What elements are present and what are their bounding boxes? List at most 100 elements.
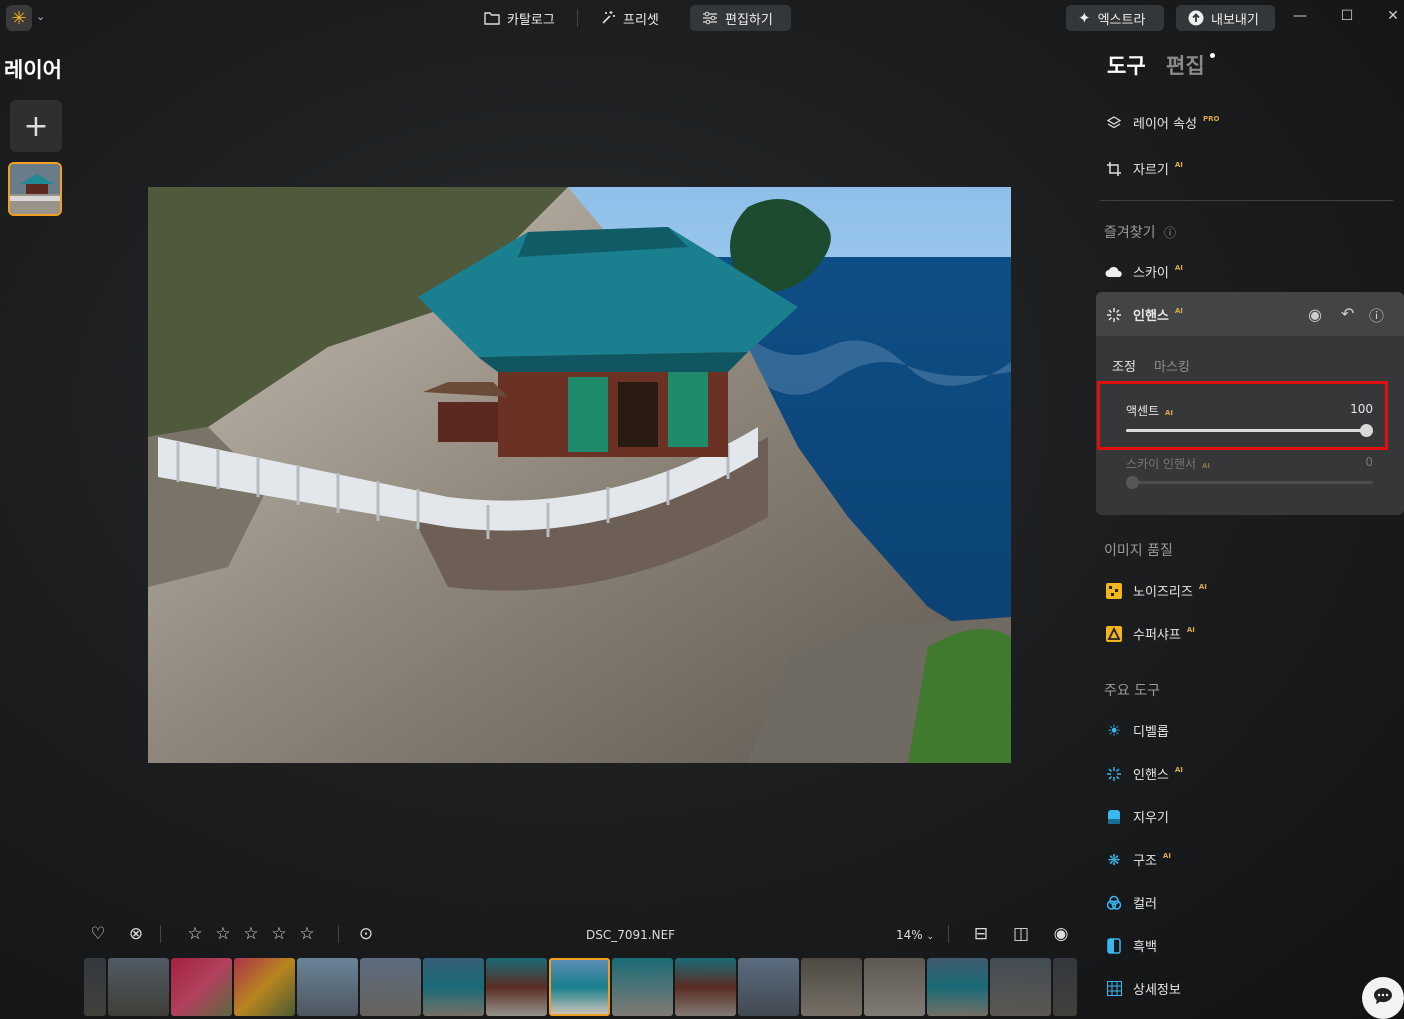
layer-properties-item[interactable]: 레이어 속성 PRO	[1105, 113, 1219, 132]
film-thumb[interactable]	[360, 958, 421, 1016]
heart-icon[interactable]: ♡	[87, 924, 109, 944]
film-thumb[interactable]	[1053, 958, 1077, 1016]
divider	[577, 9, 578, 27]
black-white-icon	[1105, 937, 1123, 955]
sky-enhancer-slider-track[interactable]	[1126, 481, 1373, 484]
divider	[948, 925, 949, 943]
divider	[160, 925, 161, 943]
sky-enhancer-value: 0	[1365, 455, 1373, 469]
sky-enhancer-slider-handle[interactable]	[1126, 476, 1139, 489]
details-grid-icon	[1105, 980, 1123, 998]
presets-button[interactable]: 프리셋	[588, 5, 671, 31]
tab-tools[interactable]: 도구	[1107, 50, 1146, 80]
layers-icon	[1105, 114, 1123, 132]
film-thumb[interactable]	[612, 958, 673, 1016]
divider	[338, 925, 339, 943]
add-layer-button[interactable]: +	[10, 100, 62, 152]
structure-item[interactable]: ❋ 구조 AI	[1105, 850, 1171, 870]
eye-icon[interactable]: ◉	[1050, 924, 1072, 944]
export-button[interactable]: 내보내기	[1176, 5, 1275, 31]
enhance-item[interactable]: 인핸스 AI	[1105, 764, 1183, 783]
subtab-masking[interactable]: 마스킹	[1154, 356, 1190, 375]
film-thumb[interactable]	[423, 958, 484, 1016]
minimize-icon[interactable]: —	[1290, 8, 1310, 24]
color-item[interactable]: 컬러	[1105, 893, 1157, 912]
sky-item[interactable]: 스카이 AI	[1105, 262, 1183, 281]
extra-button[interactable]: ✦ 엑스트라	[1066, 5, 1164, 31]
sparkle-burst-icon	[1105, 765, 1123, 783]
sparkle-burst-icon	[1105, 306, 1123, 324]
film-thumb[interactable]	[171, 958, 232, 1016]
essentials-section: 주요 도구	[1104, 683, 1160, 699]
edit-button[interactable]: 편집하기	[690, 5, 791, 31]
color-wheel-icon	[1105, 894, 1123, 912]
more-options-icon[interactable]: ⊙	[355, 924, 377, 944]
layers-title: 레이어	[4, 58, 62, 82]
image-quality-section: 이미지 품질	[1104, 543, 1173, 559]
tab-edits[interactable]: 편집	[1166, 50, 1205, 80]
file-name: DSC_7091.NEF	[586, 928, 676, 942]
star-icon-3[interactable]: ☆	[240, 924, 262, 944]
info-icon[interactable]: ⓘ	[1164, 226, 1176, 240]
supersharp-icon	[1105, 625, 1123, 643]
chat-button[interactable]	[1362, 977, 1404, 1019]
film-thumb[interactable]	[486, 958, 547, 1016]
subtab-adjust[interactable]: 조정	[1112, 356, 1136, 375]
star-icon-2[interactable]: ☆	[212, 924, 234, 944]
maximize-icon[interactable]: ☐	[1337, 8, 1357, 24]
erase-item[interactable]: 지우기	[1105, 807, 1169, 826]
folder-icon	[484, 12, 500, 25]
close-icon[interactable]: ✕	[1383, 8, 1403, 24]
film-thumb[interactable]	[234, 958, 295, 1016]
filmstrip-toggle-icon[interactable]: ⊟	[970, 924, 992, 944]
undo-icon[interactable]: ↶	[1341, 304, 1354, 323]
top-bar: ✳ ⌄ 카탈로그 프리셋 편집하기 ✦ 엑스트라 내보내기 — ☐ ✕	[0, 0, 1404, 36]
sun-icon: ☀	[1106, 721, 1122, 740]
film-thumb[interactable]	[675, 958, 736, 1016]
film-thumb[interactable]	[801, 958, 862, 1016]
magic-wand-icon	[602, 11, 615, 24]
star-icon-1[interactable]: ☆	[184, 924, 206, 944]
develop-item[interactable]: ☀ 디벨롭	[1105, 721, 1169, 740]
eye-icon[interactable]: ◉	[1308, 305, 1322, 324]
film-thumb[interactable]	[927, 958, 988, 1016]
upload-icon	[1188, 10, 1204, 26]
film-thumb[interactable]	[738, 958, 799, 1016]
plus-icon: +	[23, 108, 49, 144]
film-thumb[interactable]	[297, 958, 358, 1016]
layer-thumbnail[interactable]	[8, 162, 62, 216]
sliders-icon	[703, 11, 717, 25]
bw-item[interactable]: 흑백	[1105, 936, 1157, 955]
cloud-icon	[1105, 263, 1123, 281]
details-item[interactable]: 상세정보	[1105, 979, 1181, 998]
noiseless-item[interactable]: 노이즈리즈 AI	[1105, 581, 1207, 600]
noiseless-icon	[1105, 582, 1123, 600]
star-icon-4[interactable]: ☆	[268, 924, 290, 944]
photo-image	[148, 187, 1011, 763]
chat-icon	[1373, 987, 1393, 1009]
film-thumb[interactable]	[84, 958, 106, 1016]
eraser-icon	[1105, 808, 1123, 826]
sparkle-icon: ✦	[1078, 9, 1091, 27]
chevron-down-icon: ⌄	[926, 932, 935, 942]
app-logo-icon[interactable]: ✳	[6, 5, 32, 31]
supersharp-item[interactable]: 수퍼샤프 AI	[1105, 624, 1195, 643]
chevron-down-icon[interactable]: ⌄	[36, 10, 45, 23]
film-thumb[interactable]	[864, 958, 925, 1016]
catalog-button[interactable]: 카탈로그	[472, 5, 567, 31]
favorites-section: 즐겨찾기 ⓘ	[1104, 225, 1176, 241]
reject-icon[interactable]: ⊗	[125, 924, 147, 944]
structure-icon: ❋	[1107, 850, 1121, 869]
film-thumb[interactable]	[990, 958, 1051, 1016]
sky-enhancer-label: 스카이 인핸서 AI	[1126, 457, 1210, 471]
zoom-dropdown[interactable]: 14% ⌄	[896, 928, 934, 942]
film-thumb-selected[interactable]	[549, 958, 610, 1016]
star-icon-5[interactable]: ☆	[296, 924, 318, 944]
main-photo[interactable]	[148, 187, 1011, 763]
compare-icon[interactable]: ◫	[1010, 924, 1032, 944]
enhance-panel-title[interactable]: 인핸스 AI	[1105, 305, 1183, 324]
info-icon[interactable]: ⓘ	[1369, 305, 1384, 326]
divider	[1100, 200, 1393, 201]
crop-item[interactable]: 자르기 AI	[1105, 159, 1183, 178]
film-thumb[interactable]	[108, 958, 169, 1016]
